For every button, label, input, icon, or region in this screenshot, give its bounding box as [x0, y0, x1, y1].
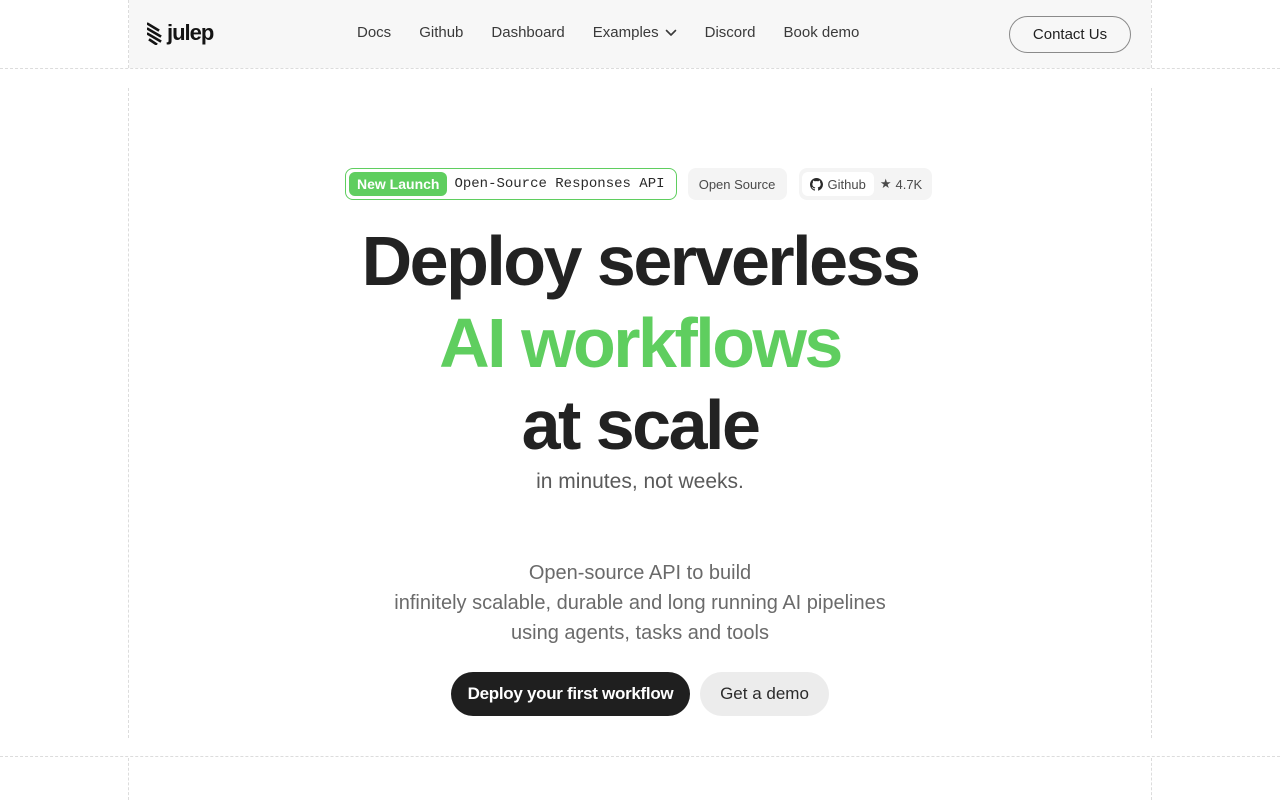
new-launch-text: Open-Source Responses API — [454, 176, 665, 192]
hero-headline-line2: AI workflows — [439, 304, 843, 382]
hero-headline-line1: Deploy serverless — [361, 222, 921, 300]
nav-link-examples-label: Examples — [592, 24, 659, 41]
navbar: julep Docs Github Dashboard Examples Dis… — [129, 0, 1151, 68]
hero-description-line1: Open-source API to build — [528, 562, 752, 584]
github-icon — [809, 177, 823, 191]
github-star-count: 4.7K — [895, 176, 923, 192]
hero-headline-line3: at scale — [521, 386, 761, 464]
new-launch-pill: New Launch — [349, 172, 448, 196]
nav-links: Docs Github Dashboard Examples Discord B… — [357, 24, 859, 41]
brand-name: julep — [167, 20, 214, 45]
julep-logo-icon — [147, 22, 162, 45]
hero-description-line3: using agents, tasks and tools — [511, 622, 769, 644]
github-label-chip: Github — [801, 172, 874, 196]
hero-description-line2: infinitely scalable, durable and long ru… — [394, 592, 886, 614]
guide-right-next — [1151, 758, 1152, 800]
badge-row: New Launch Open-Source Responses API Ope… — [345, 168, 932, 200]
nav-link-discord[interactable]: Discord — [705, 24, 756, 41]
cta-row: Deploy your first workflow Get a demo — [451, 672, 829, 716]
hero-tagline: in minutes, not weeks. — [536, 470, 744, 493]
github-stars-badge[interactable]: Github ★ 4.7K — [798, 168, 932, 200]
guide-left-next — [128, 758, 129, 800]
chevron-down-icon — [665, 29, 676, 36]
nav-link-dashboard[interactable]: Dashboard — [491, 24, 564, 41]
divider-top — [0, 68, 1280, 69]
star-icon: ★ — [879, 176, 892, 191]
open-source-badge[interactable]: Open Source — [687, 168, 787, 200]
nav-link-examples[interactable]: Examples — [593, 24, 677, 41]
new-launch-badge[interactable]: New Launch Open-Source Responses API — [345, 168, 677, 200]
contact-us-button[interactable]: Contact Us — [1009, 16, 1131, 53]
get-demo-button[interactable]: Get a demo — [700, 672, 829, 716]
nav-link-docs[interactable]: Docs — [357, 24, 391, 41]
divider-bottom — [0, 756, 1280, 757]
github-stars: ★ 4.7K — [880, 176, 922, 192]
deploy-workflow-button[interactable]: Deploy your first workflow — [451, 672, 690, 716]
github-label: Github — [827, 176, 866, 192]
guide-right-nav — [1151, 0, 1152, 68]
nav-link-book-demo[interactable]: Book demo — [784, 24, 860, 41]
nav-link-github[interactable]: Github — [419, 24, 463, 41]
logo[interactable]: julep — [147, 20, 214, 46]
